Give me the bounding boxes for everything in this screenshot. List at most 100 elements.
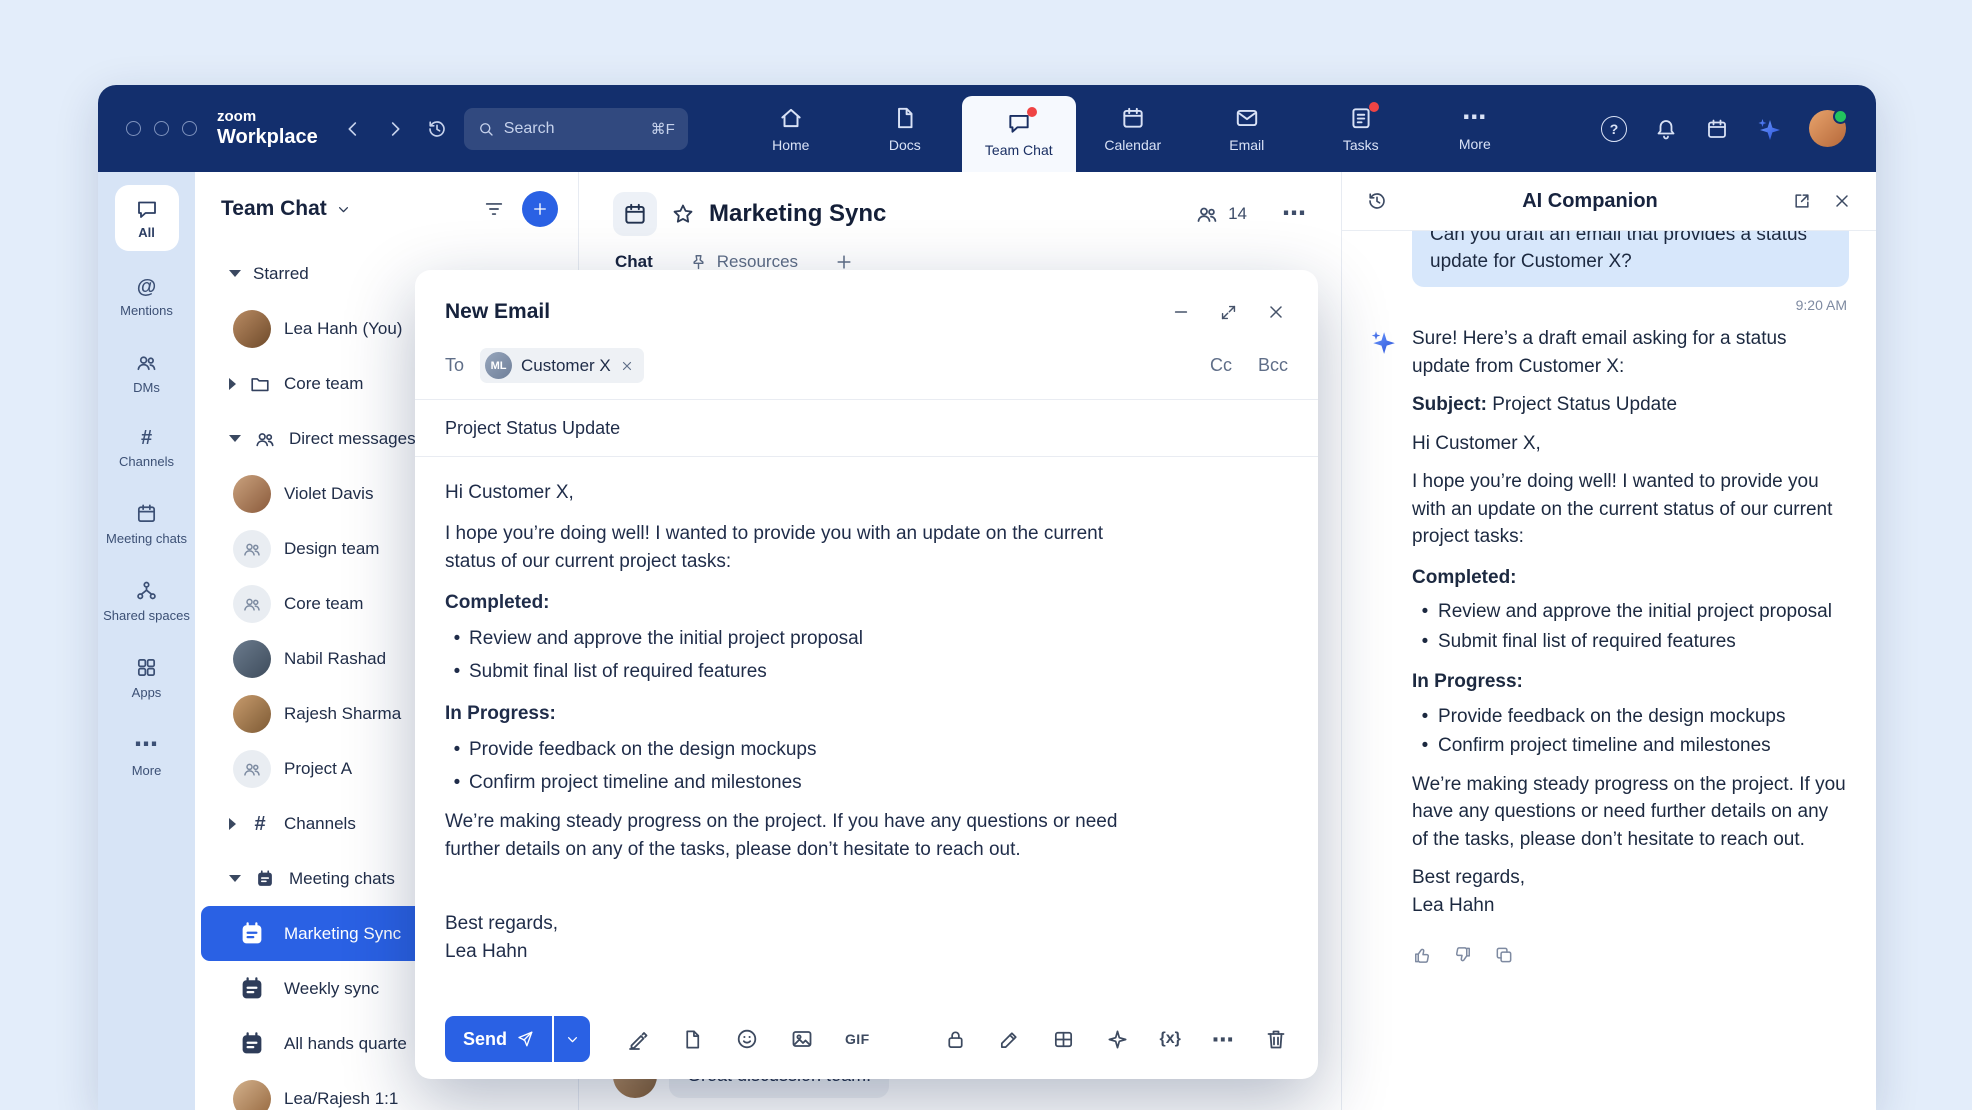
variables-icon[interactable]: {x} [1160, 1030, 1181, 1048]
remove-recipient-icon[interactable] [620, 359, 634, 373]
notifications-bell-icon[interactable] [1654, 117, 1678, 141]
chevron-down-icon [229, 875, 241, 882]
new-chat-button[interactable] [522, 191, 558, 227]
rail-item-dms[interactable]: DMs [100, 339, 193, 408]
edit-pencil-icon[interactable] [998, 1028, 1021, 1051]
send-options-button[interactable] [554, 1016, 590, 1062]
rail-label: DMs [133, 381, 160, 396]
signature-icon[interactable] [626, 1027, 650, 1051]
thumbs-up-icon[interactable] [1412, 945, 1432, 965]
avatar [233, 310, 271, 348]
primary-nav: Home Docs Team Chat Calendar Email [734, 85, 1532, 172]
timestamp: 9:20 AM [1369, 297, 1847, 313]
chevron-right-icon [229, 378, 236, 390]
rail-item-channels[interactable]: # Channels [100, 416, 193, 482]
window-minimize-button[interactable] [154, 121, 169, 136]
people-icon [242, 594, 262, 614]
left-rail: All @ Mentions DMs # Channels Meeting ch… [98, 172, 195, 1110]
nav-home[interactable]: Home [734, 85, 848, 172]
list-item-label: Marketing Sync [284, 924, 401, 944]
history-icon[interactable] [426, 118, 448, 140]
search-input[interactable]: Search ⌘F [464, 108, 688, 150]
close-icon[interactable] [1266, 302, 1286, 322]
nav-docs[interactable]: Docs [848, 85, 962, 172]
gif-icon[interactable]: GIF [845, 1031, 870, 1047]
send-label: Send [463, 1029, 507, 1050]
history-icon[interactable] [1366, 190, 1388, 212]
list-item-label: Rajesh Sharma [284, 704, 401, 724]
nav-email[interactable]: Email [1190, 85, 1304, 172]
meeting-chat-icon [254, 868, 276, 890]
rail-item-more[interactable]: ⋯ More [100, 721, 193, 791]
more-tools-icon[interactable]: ⋯ [1212, 1034, 1235, 1045]
profile-avatar[interactable] [1809, 110, 1846, 147]
ai-companion-panel: AI Companion Can you draft an email that… [1341, 172, 1876, 1110]
layout-icon[interactable] [1052, 1028, 1075, 1051]
rail-item-apps[interactable]: Apps [100, 644, 193, 713]
discard-draft-button[interactable] [1264, 1027, 1288, 1051]
subject-field[interactable]: Project Status Update [415, 400, 1318, 456]
group-avatar [233, 585, 271, 623]
thumbs-down-icon[interactable] [1453, 945, 1473, 965]
send-button[interactable]: Send [445, 1016, 552, 1062]
recipient-avatar: ML [485, 352, 512, 379]
back-icon[interactable] [342, 118, 364, 140]
nav-tasks[interactable]: Tasks [1304, 85, 1418, 172]
window-close-button[interactable] [126, 121, 141, 136]
email-body-editor[interactable]: Hi Customer X, I hope you’re doing well!… [415, 457, 1318, 999]
calendar-check-icon[interactable] [1705, 117, 1729, 141]
completed-label: Completed: [445, 589, 1288, 617]
rail-item-shared-spaces[interactable]: Shared spaces [100, 567, 193, 636]
rail-item-all[interactable]: All [115, 185, 179, 251]
window-controls [126, 121, 197, 136]
minimize-icon[interactable] [1171, 302, 1191, 322]
close-icon[interactable] [1832, 191, 1852, 211]
ai-signature: Lea Hahn [1412, 892, 1849, 920]
window-zoom-button[interactable] [182, 121, 197, 136]
nav-label: Tasks [1343, 137, 1379, 153]
member-count[interactable]: 14 [1228, 204, 1247, 224]
nav-label: Email [1229, 137, 1264, 153]
avatar [233, 475, 271, 513]
more-icon: ⋯ [134, 733, 159, 757]
filter-icon[interactable] [483, 198, 505, 220]
modal-title: New Email [445, 300, 550, 324]
list-item-label: Project A [284, 759, 352, 779]
copy-icon[interactable] [1494, 945, 1514, 965]
ai-conversation: Can you draft an email that provides a s… [1342, 231, 1876, 1110]
to-field[interactable]: To ML Customer X Cc Bcc [415, 324, 1318, 383]
star-icon[interactable] [671, 202, 695, 226]
ai-companion-sparkle-icon[interactable] [1756, 116, 1782, 142]
ai-response: Sure! Here’s a draft email asking for a … [1369, 325, 1849, 930]
chevron-down-icon[interactable] [335, 201, 352, 218]
rail-label: Apps [132, 686, 162, 701]
docs-icon [892, 105, 918, 131]
more-options-icon[interactable]: ⋯ [1282, 202, 1307, 226]
subject-label: Subject: [1412, 394, 1487, 415]
nav-team-chat[interactable]: Team Chat [962, 96, 1076, 172]
section-label: Channels [284, 814, 356, 834]
attach-file-icon[interactable] [681, 1028, 704, 1051]
encrypt-lock-icon[interactable] [944, 1028, 967, 1051]
forward-icon[interactable] [384, 118, 406, 140]
open-in-new-icon[interactable] [1792, 191, 1812, 211]
recipient-chip[interactable]: ML Customer X [480, 348, 644, 383]
list-item: Submit final list of required features [1412, 628, 1849, 656]
trash-icon [1264, 1027, 1288, 1051]
rail-item-mentions[interactable]: @ Mentions [100, 265, 193, 331]
folder-icon [249, 373, 271, 395]
rail-item-meeting-chats[interactable]: Meeting chats [100, 490, 193, 559]
image-icon[interactable] [790, 1027, 814, 1051]
chevron-down-icon [229, 270, 241, 277]
cc-button[interactable]: Cc [1210, 355, 1232, 376]
ai-sparkle-icon[interactable] [1106, 1028, 1129, 1051]
list-item: Confirm project timeline and milestones [1412, 732, 1849, 760]
help-icon[interactable]: ? [1601, 116, 1627, 142]
panel-title[interactable]: Team Chat [221, 197, 327, 221]
nav-calendar[interactable]: Calendar [1076, 85, 1190, 172]
nav-more[interactable]: ⋯ More [1418, 85, 1532, 172]
emoji-icon[interactable] [735, 1027, 759, 1051]
expand-icon[interactable] [1219, 303, 1238, 322]
bcc-button[interactable]: Bcc [1258, 355, 1288, 376]
members-icon[interactable] [1195, 202, 1219, 226]
